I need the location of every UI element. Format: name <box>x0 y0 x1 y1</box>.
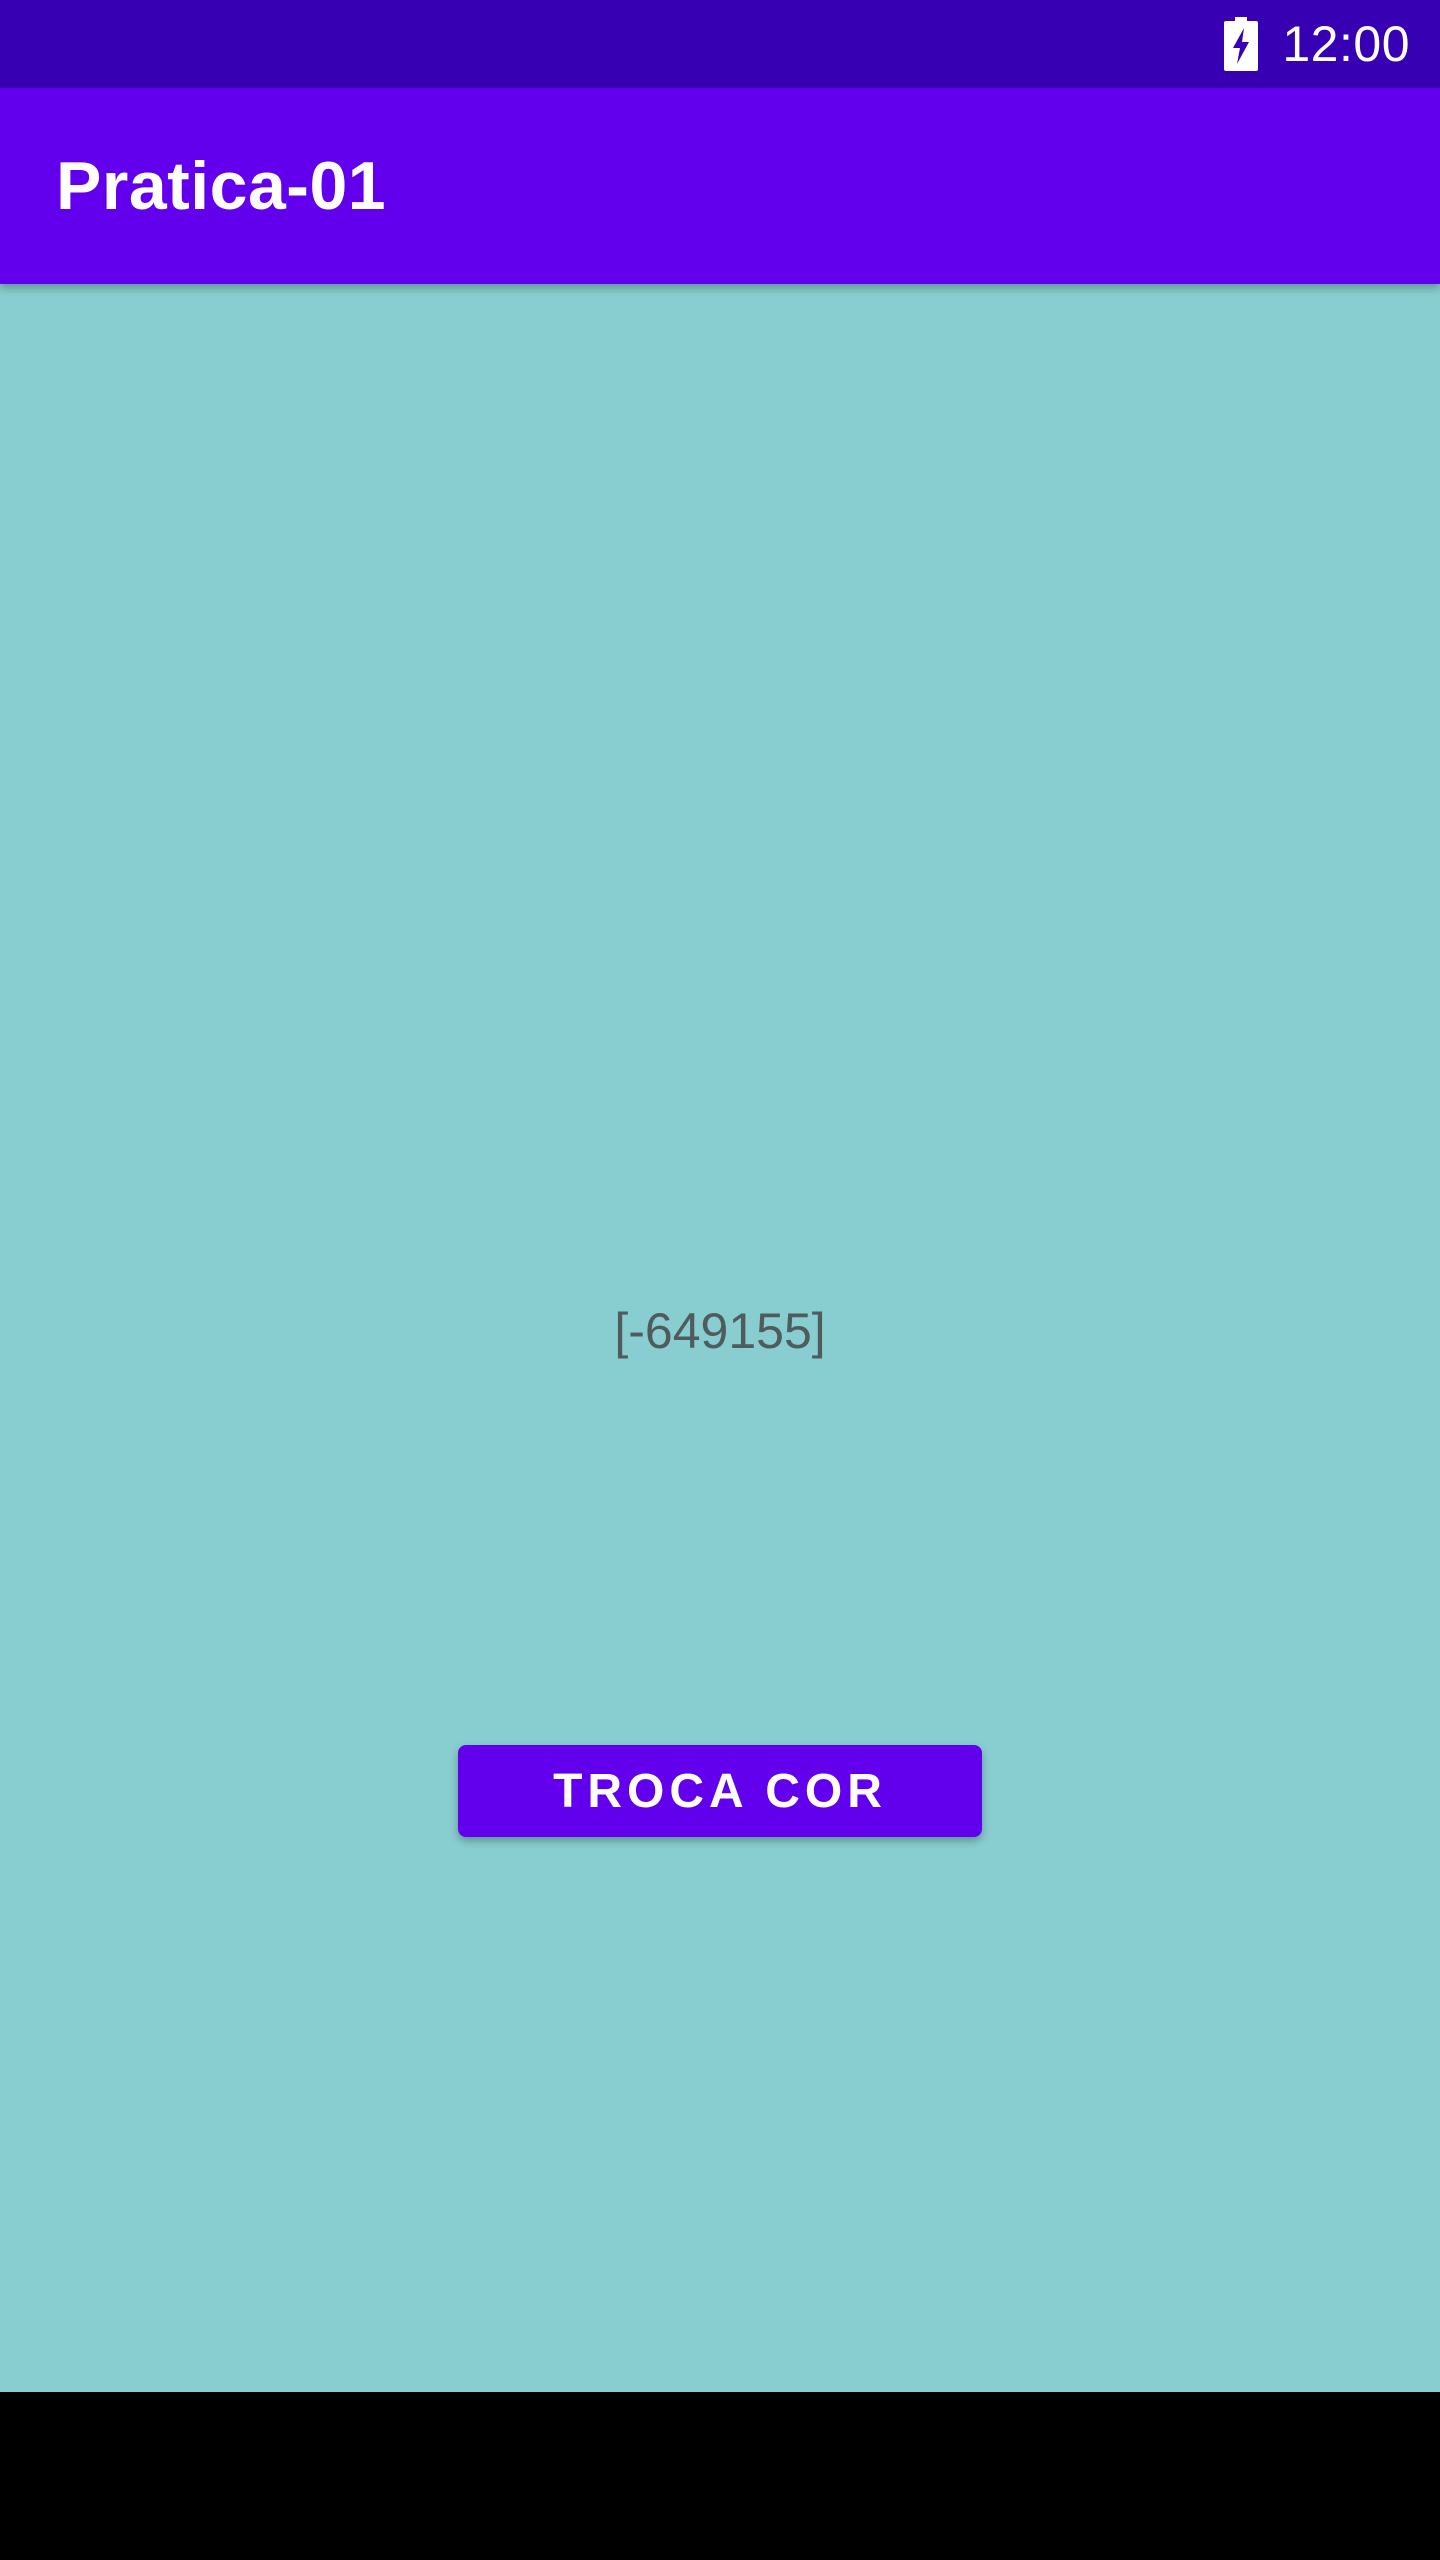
app-screen: 12:00 Pratica-01 [-649155] TROCA COR <box>0 0 1440 2560</box>
app-bar: Pratica-01 <box>0 88 1440 284</box>
status-indicators: 12:00 <box>1224 0 1410 88</box>
color-value-text: [-649155] <box>614 1303 826 1359</box>
navigation-bar <box>0 2392 1440 2560</box>
status-time: 12:00 <box>1282 16 1410 72</box>
app-title: Pratica-01 <box>56 148 387 224</box>
change-color-button[interactable]: TROCA COR <box>458 1745 982 1837</box>
main-content: [-649155] TROCA COR <box>0 284 1440 2392</box>
battery-charging-icon <box>1224 17 1259 71</box>
status-bar: 12:00 <box>0 0 1440 88</box>
